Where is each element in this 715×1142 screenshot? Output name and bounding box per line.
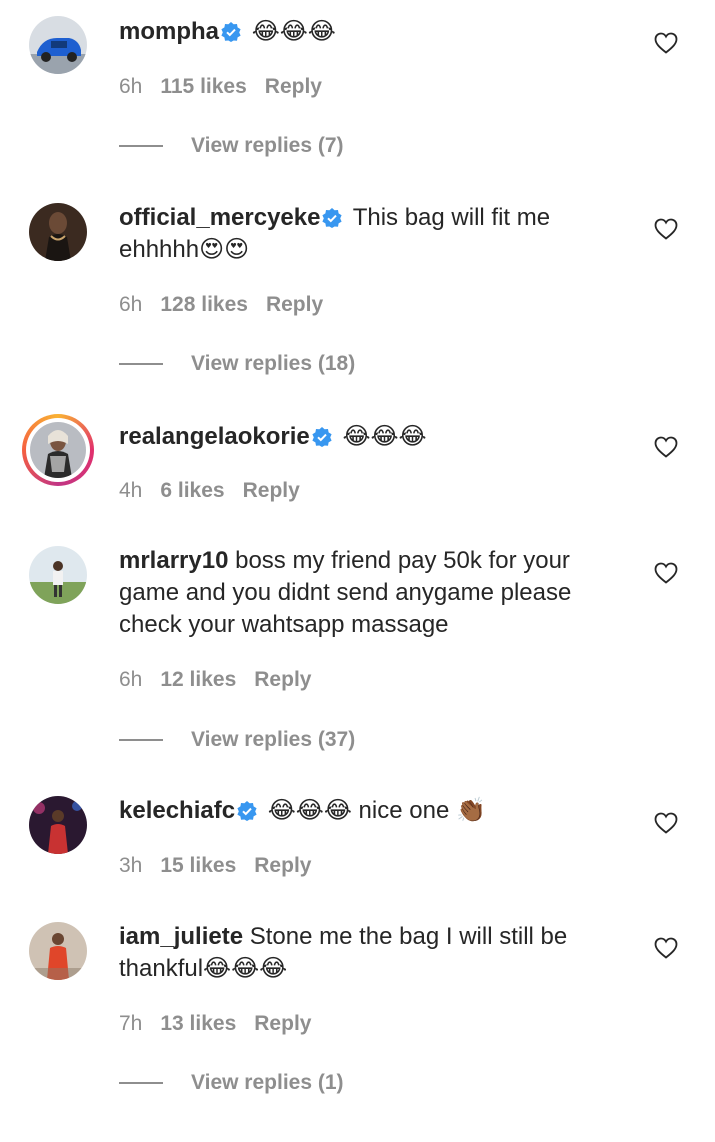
likes-count[interactable]: 15 likes	[160, 854, 236, 877]
comment-time: 3h	[119, 854, 143, 877]
avatar[interactable]	[29, 203, 87, 261]
username[interactable]: realangelaokorie	[119, 423, 310, 450]
likes-count[interactable]: 128 likes	[160, 293, 248, 316]
username[interactable]: official_mercyeke	[119, 204, 320, 231]
reply-button[interactable]: Reply	[243, 479, 300, 502]
reply-button[interactable]: Reply	[254, 1012, 311, 1035]
verified-badge-icon	[237, 801, 257, 821]
comment-meta: 6h 115 likes Reply	[119, 74, 322, 100]
like-heart-icon[interactable]	[654, 436, 678, 458]
avatar[interactable]	[29, 16, 87, 74]
verified-badge-icon	[221, 22, 241, 42]
comment-meta: 6h 12 likes Reply	[119, 667, 311, 693]
comment-meta: 7h 13 likes Reply	[119, 1011, 311, 1037]
view-replies-label: View replies (18)	[191, 352, 356, 375]
likes-count[interactable]: 13 likes	[160, 1012, 236, 1035]
reply-button[interactable]: Reply	[254, 854, 311, 877]
like-heart-icon[interactable]	[654, 562, 678, 584]
comment-time: 4h	[119, 479, 143, 502]
comment-text: realangelaokorie 😂😂😂	[119, 420, 609, 453]
avatar-story-ring[interactable]	[22, 414, 94, 486]
username[interactable]: kelechiafc	[119, 797, 235, 824]
like-heart-icon[interactable]	[654, 937, 678, 959]
comment-time: 6h	[119, 668, 143, 691]
reply-button[interactable]: Reply	[254, 668, 311, 691]
username[interactable]: iam_juliete	[119, 923, 243, 950]
comment-text: mompha 😂😂😂	[119, 15, 609, 48]
divider	[119, 363, 163, 366]
comment-time: 6h	[119, 75, 143, 98]
verified-badge-icon	[322, 208, 343, 228]
divider	[119, 739, 163, 742]
comment-time: 7h	[119, 1012, 143, 1035]
divider	[119, 145, 163, 148]
avatar[interactable]	[29, 796, 87, 854]
comment-body: 😂😂😂	[342, 422, 427, 450]
view-replies-link[interactable]: View replies (7)	[119, 133, 344, 159]
like-heart-icon[interactable]	[654, 812, 678, 834]
comment-body: 😂😂😂	[251, 17, 336, 45]
likes-count[interactable]: 12 likes	[160, 668, 236, 691]
comment-time: 6h	[119, 293, 143, 316]
reply-button[interactable]: Reply	[265, 75, 322, 98]
divider	[119, 1082, 163, 1085]
like-heart-icon[interactable]	[654, 32, 678, 54]
avatar	[30, 422, 86, 478]
view-replies-link[interactable]: View replies (1)	[119, 1070, 344, 1096]
comment-text: kelechiafc 😂😂😂 nice one 👏🏾	[119, 795, 609, 827]
comment-text: iam_juliete Stone me the bag I will stil…	[119, 921, 609, 985]
username[interactable]: mrlarry10	[119, 547, 228, 574]
comment-text: official_mercyeke This bag will fit me e…	[119, 202, 609, 266]
view-replies-link[interactable]: View replies (18)	[119, 351, 355, 377]
avatar[interactable]	[29, 922, 87, 980]
view-replies-link[interactable]: View replies (37)	[119, 727, 355, 753]
view-replies-label: View replies (1)	[191, 1071, 344, 1094]
comment-meta: 6h 128 likes Reply	[119, 292, 323, 318]
comment-text: mrlarry10 boss my friend pay 50k for you…	[119, 545, 609, 641]
username[interactable]: mompha	[119, 18, 219, 45]
likes-count[interactable]: 115 likes	[160, 75, 246, 98]
avatar[interactable]	[29, 546, 87, 604]
comment-body: 😂😂😂 nice one 👏🏾	[267, 797, 486, 824]
likes-count[interactable]: 6 likes	[160, 479, 224, 502]
view-replies-label: View replies (7)	[191, 134, 344, 157]
view-replies-label: View replies (37)	[191, 728, 356, 751]
comment-meta: 3h 15 likes Reply	[119, 853, 311, 879]
reply-button[interactable]: Reply	[266, 293, 323, 316]
verified-badge-icon	[312, 427, 332, 447]
like-heart-icon[interactable]	[654, 218, 678, 240]
comment-meta: 4h 6 likes Reply	[119, 478, 300, 504]
